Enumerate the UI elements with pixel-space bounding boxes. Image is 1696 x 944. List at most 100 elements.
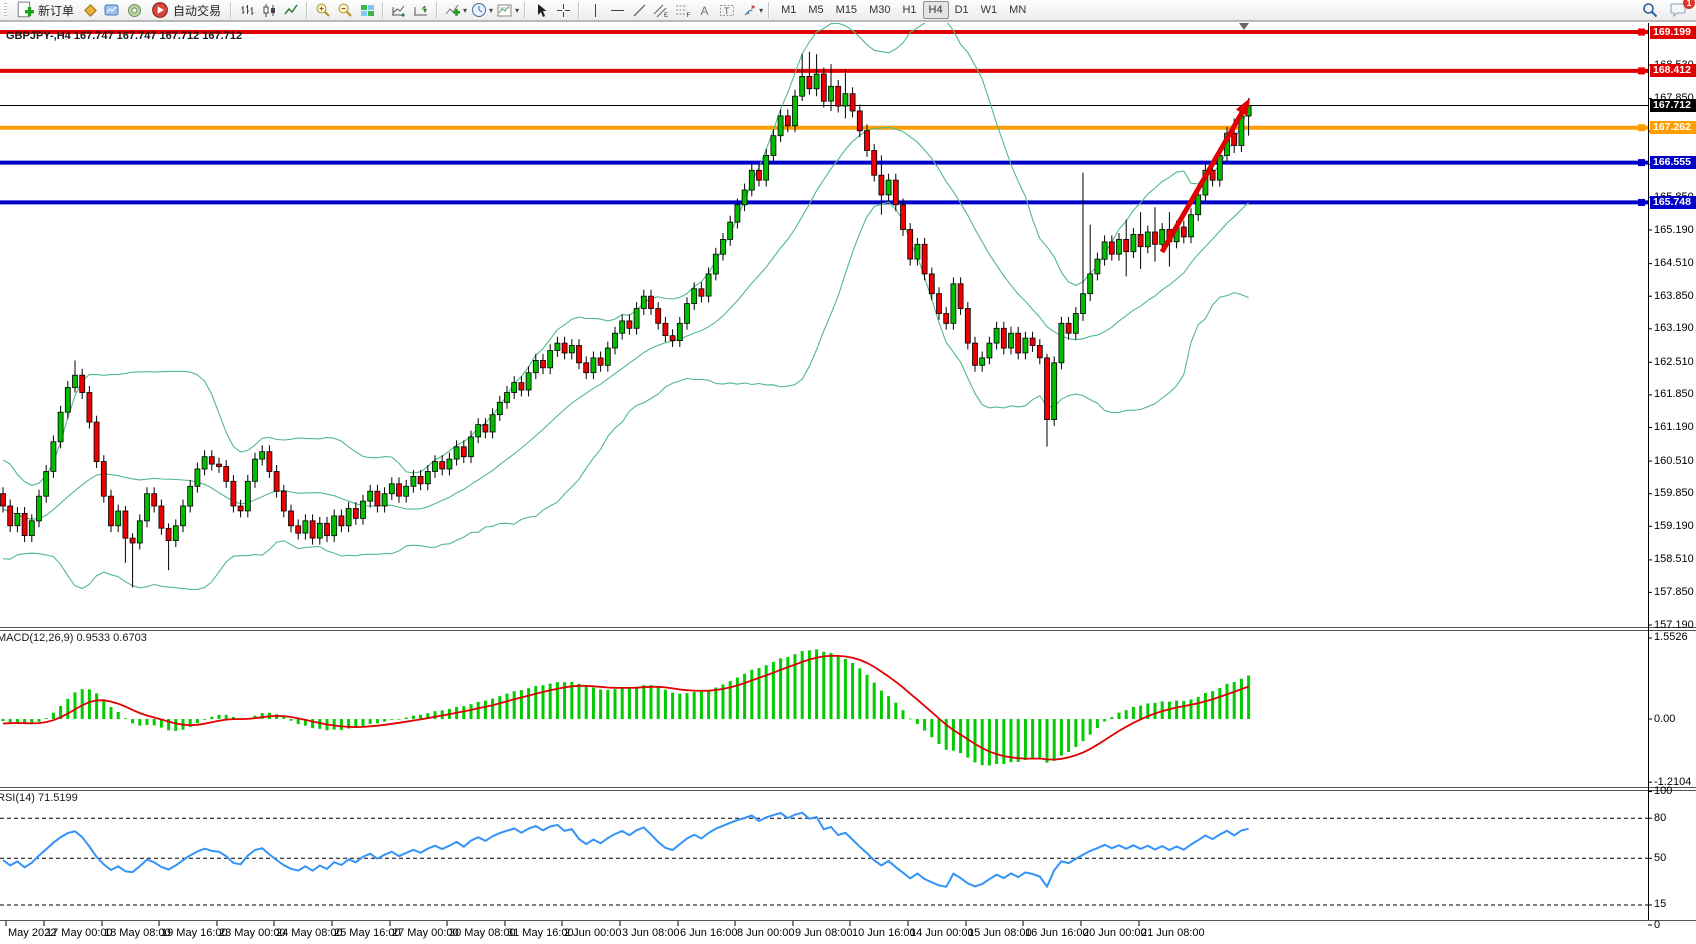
cursor-icon[interactable]	[531, 1, 551, 19]
timeframe-d1[interactable]: D1	[949, 1, 975, 19]
separator	[306, 2, 308, 18]
vertical-line-tool-icon[interactable]	[585, 1, 605, 19]
date-axis-label: 3 Jun 08:00	[622, 927, 680, 939]
period-clock-icon[interactable]	[469, 1, 489, 19]
auto-trading-button[interactable]: 自动交易	[146, 1, 225, 20]
symbol-ohlc-header: GBPJPY-,H4 167.747 167.747 167.712 167.7…	[6, 30, 242, 42]
price-axis-tick: 159.850	[1654, 487, 1694, 499]
timeframe-toolbar: M1M5M15M30H1H4D1W1MN	[775, 1, 1032, 19]
toolbar-grip	[4, 3, 7, 17]
price-axis-tick: 157.850	[1654, 586, 1694, 598]
date-axis-label: 15 Jun 08:00	[968, 927, 1032, 939]
timeframe-h1[interactable]: H1	[896, 1, 922, 19]
date-axis-label: 25 May 16:00	[334, 927, 401, 939]
text-tool-icon[interactable]: A	[695, 1, 715, 19]
date-axis-label: 6 Jun 16:00	[680, 927, 738, 939]
svg-text:A: A	[701, 4, 709, 18]
trendline-tool-icon[interactable]	[629, 1, 649, 19]
auto-scroll-icon[interactable]	[389, 1, 409, 19]
date-axis-label: 20 Jun 00:00	[1083, 927, 1147, 939]
period-dropdown-caret[interactable]: ▾	[489, 6, 493, 15]
crosshair-icon[interactable]	[553, 1, 573, 19]
separator	[524, 2, 526, 18]
candlestick-chart-type-icon[interactable]	[259, 1, 279, 19]
timeframe-m30[interactable]: M30	[863, 1, 896, 19]
chart-shift-icon[interactable]	[411, 1, 431, 19]
notifications-icon[interactable]: 1	[1668, 1, 1688, 19]
auto-trading-label: 自动交易	[173, 2, 221, 19]
price-line-label[interactable]: 168.412	[1650, 64, 1696, 77]
rsi-axis-tick: 80	[1654, 812, 1666, 824]
date-axis-label: 14 Jun 00:00	[910, 927, 974, 939]
svg-text:T: T	[724, 6, 730, 16]
date-axis-label: 30 May 08:00	[449, 927, 516, 939]
toolbar-right: 1	[1640, 1, 1694, 19]
templates-icon[interactable]	[495, 1, 515, 19]
timeframe-m1[interactable]: M1	[775, 1, 802, 19]
new-order-icon	[15, 1, 35, 19]
indicators-dropdown-caret[interactable]: ▾	[463, 6, 467, 15]
notification-badge: 1	[1683, 0, 1695, 9]
date-axis-label: 2 Jun 00:00	[564, 927, 622, 939]
navigator-icon[interactable]	[124, 1, 144, 19]
date-axis-label: 16 Jun 16:00	[1025, 927, 1089, 939]
date-axis-label: 9 Jun 08:00	[795, 927, 853, 939]
price-axis-tick: 161.850	[1654, 388, 1694, 400]
bar-chart-type-icon[interactable]	[237, 1, 257, 19]
date-axis-label: 10 Jun 16:00	[852, 927, 916, 939]
date-axis-label: 24 May 08:00	[276, 927, 343, 939]
price-axis-tick: 163.850	[1654, 290, 1694, 302]
price-line-label[interactable]: 166.555	[1650, 156, 1696, 169]
price-axis-tick: 161.190	[1654, 421, 1694, 433]
zoom-out-icon[interactable]	[335, 1, 355, 19]
timeframe-m15[interactable]: M15	[830, 1, 863, 19]
new-order-label: 新订单	[38, 2, 74, 19]
price-line-label[interactable]: 167.712	[1650, 99, 1696, 112]
price-axis-tick: 159.190	[1654, 520, 1694, 532]
search-icon[interactable]	[1640, 1, 1660, 19]
svg-text:E: E	[664, 13, 668, 18]
price-line-label[interactable]: 167.262	[1650, 121, 1696, 134]
horizontal-line-tool-icon[interactable]	[607, 1, 627, 19]
price-axis-tick: 162.510	[1654, 356, 1694, 368]
channel-tool-icon[interactable]: E	[651, 1, 671, 19]
chart-canvas[interactable]	[0, 0, 1696, 944]
tile-windows-icon[interactable]	[357, 1, 377, 19]
line-chart-type-icon[interactable]	[281, 1, 301, 19]
price-axis-tick: 157.190	[1654, 619, 1694, 631]
price-line-label[interactable]: 169.199	[1650, 26, 1696, 39]
price-line-label[interactable]: 165.748	[1650, 196, 1696, 209]
fibonacci-tool-icon[interactable]: F	[673, 1, 693, 19]
price-axis-tick: 164.510	[1654, 257, 1694, 269]
price-axis-tick: 163.190	[1654, 322, 1694, 334]
timeframe-m5[interactable]: M5	[802, 1, 829, 19]
templates-dropdown-caret[interactable]: ▾	[515, 6, 519, 15]
new-order-button[interactable]: 新订单	[11, 1, 78, 20]
separator	[230, 2, 232, 18]
timeframe-w1[interactable]: W1	[975, 1, 1004, 19]
zoom-in-icon[interactable]	[313, 1, 333, 19]
date-axis-label: 19 May 16:00	[161, 927, 228, 939]
price-axis-tick: 158.510	[1654, 553, 1694, 565]
auto-trading-icon	[150, 1, 170, 19]
separator	[768, 2, 770, 18]
macd-axis-tick: 0.00	[1654, 713, 1675, 725]
application-window: 新订单 自动交易 ▾ ▾ ▾ E F A	[0, 0, 1696, 944]
profiles-icon[interactable]	[80, 1, 100, 19]
text-label-tool-icon[interactable]: T	[717, 1, 737, 19]
timeframe-h4[interactable]: H4	[923, 1, 949, 19]
arrows-dropdown-caret[interactable]: ▾	[759, 6, 763, 15]
arrows-tool-icon[interactable]	[739, 1, 759, 19]
svg-text:F: F	[687, 13, 691, 18]
separator	[436, 2, 438, 18]
indicators-icon[interactable]	[443, 1, 463, 19]
toolbar: 新订单 自动交易 ▾ ▾ ▾ E F A	[0, 0, 1696, 21]
rsi-axis-tick: 0	[1654, 919, 1660, 931]
macd-indicator-label: MACD(12,26,9) 0.9533 0.6703	[0, 632, 147, 644]
date-axis-label: 17 May 00:00	[46, 927, 113, 939]
date-axis-label: 21 Jun 08:00	[1141, 927, 1205, 939]
market-watch-icon[interactable]	[102, 1, 122, 19]
separator	[382, 2, 384, 18]
timeframe-mn[interactable]: MN	[1003, 1, 1032, 19]
separator	[578, 2, 580, 18]
